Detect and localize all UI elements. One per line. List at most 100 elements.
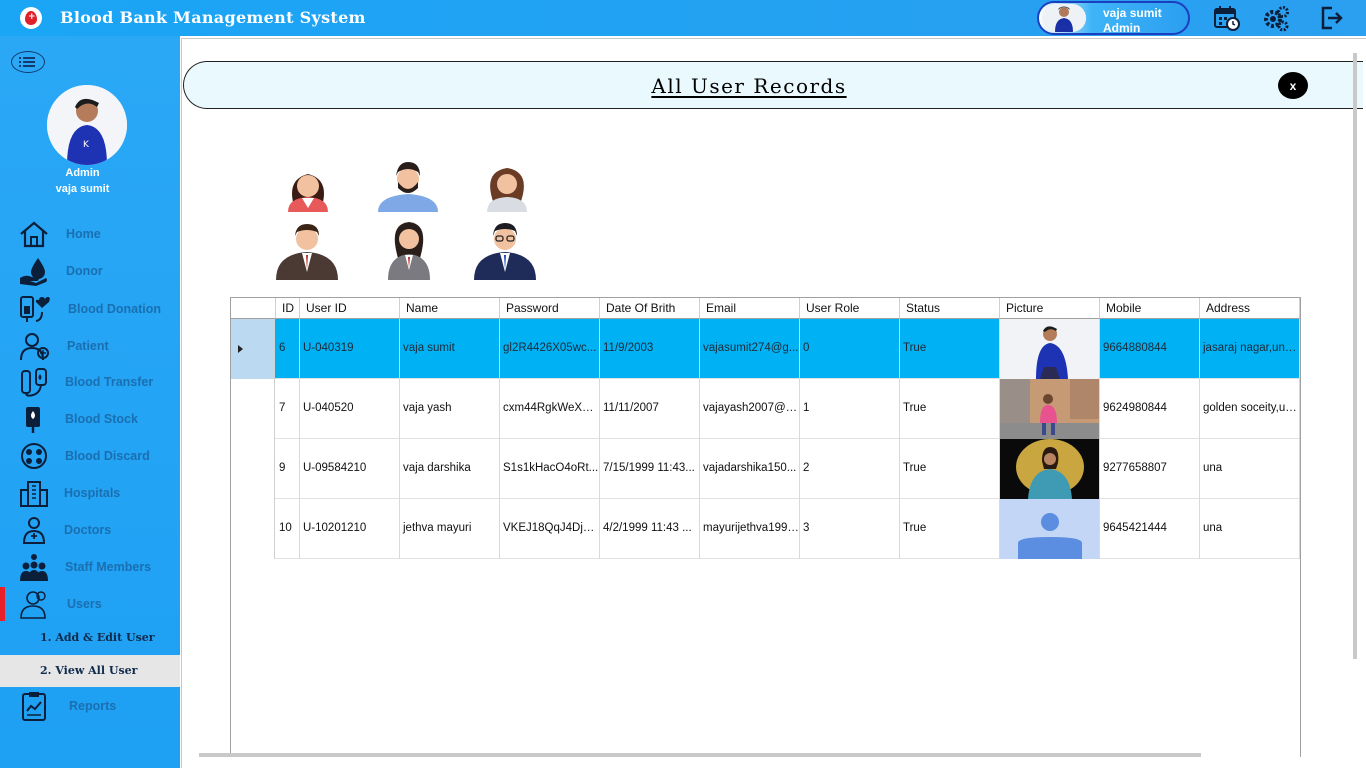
cell-role[interactable]: 3 bbox=[800, 499, 900, 559]
cell-mobile[interactable]: 9277658807 bbox=[1100, 439, 1200, 499]
cell-dob[interactable]: 7/15/1999 11:43... bbox=[600, 439, 700, 499]
cell-address[interactable]: golden soceity,un... bbox=[1200, 379, 1300, 439]
column-header-picture[interactable]: Picture bbox=[1000, 298, 1100, 319]
sidebar-subitem-view-all-user[interactable]: 2. View All User bbox=[0, 655, 180, 687]
cell-password[interactable]: cxm44RgkWeXB... bbox=[500, 379, 600, 439]
cell-user-id[interactable]: U-040319 bbox=[300, 319, 400, 379]
blood-drop-icon bbox=[20, 258, 47, 286]
cell-mobile[interactable]: 9624980844 bbox=[1100, 379, 1200, 439]
cell-dob[interactable]: 11/11/2007 bbox=[600, 379, 700, 439]
sidebar-subitem-add-edit-user[interactable]: 1. Add & Edit User bbox=[0, 622, 180, 654]
cell-email[interactable]: vajadarshika150... bbox=[700, 439, 800, 499]
user-avatar bbox=[1042, 4, 1086, 32]
cell-status[interactable]: True bbox=[900, 439, 1000, 499]
sidebar-item-blood-stock[interactable]: Blood Stock bbox=[0, 402, 180, 436]
cell-picture[interactable] bbox=[1000, 319, 1100, 379]
cell-password[interactable]: VKEJ18QqJ4DjR... bbox=[500, 499, 600, 559]
user-photo bbox=[1000, 319, 1099, 379]
cell-role[interactable]: 1 bbox=[800, 379, 900, 439]
cell-picture[interactable] bbox=[1000, 379, 1100, 439]
cell-name[interactable]: vaja sumit bbox=[400, 319, 500, 379]
row-header[interactable] bbox=[231, 499, 275, 559]
cell-password[interactable]: gl2R4426X05wc... bbox=[500, 319, 600, 379]
cell-status[interactable]: True bbox=[900, 379, 1000, 439]
column-header-email[interactable]: Email bbox=[700, 298, 800, 319]
blood-discard-icon bbox=[21, 443, 47, 469]
user-role: Admin bbox=[1103, 21, 1141, 35]
cell-role[interactable]: 2 bbox=[800, 439, 900, 499]
cell-id[interactable]: 6 bbox=[276, 319, 300, 379]
column-header-user-role[interactable]: User Role bbox=[800, 298, 900, 319]
calendar-clock-icon[interactable] bbox=[1213, 4, 1241, 32]
user-profile-chip[interactable]: vaja sumit Admin bbox=[1037, 1, 1190, 35]
hospital-icon bbox=[20, 481, 48, 507]
cell-role[interactable]: 0 bbox=[800, 319, 900, 379]
column-header-password[interactable]: Password bbox=[500, 298, 600, 319]
cell-user-id[interactable]: U-10201210 bbox=[300, 499, 400, 559]
sidebar-item-donor[interactable]: Donor bbox=[0, 254, 180, 288]
sidebar-item-patient[interactable]: Patient bbox=[0, 329, 180, 363]
cell-dob[interactable]: 4/2/1999 11:43 ... bbox=[600, 499, 700, 559]
users-data-grid[interactable]: ID User ID Name Password Date Of Brith E… bbox=[230, 297, 1301, 757]
sidebar-item-home[interactable]: Home bbox=[0, 217, 180, 251]
row-header[interactable] bbox=[231, 439, 275, 499]
vertical-scrollbar[interactable] bbox=[1353, 53, 1357, 659]
settings-gears-icon[interactable] bbox=[1262, 4, 1290, 32]
cell-email[interactable]: vajayash2007@g... bbox=[700, 379, 800, 439]
column-header-address[interactable]: Address bbox=[1200, 298, 1300, 319]
column-header-mobile[interactable]: Mobile bbox=[1100, 298, 1200, 319]
cell-email[interactable]: mayurijethva1999... bbox=[700, 499, 800, 559]
sidebar-item-label: Blood Transfer bbox=[65, 375, 154, 389]
cell-name[interactable]: vaja darshika bbox=[400, 439, 500, 499]
menu-toggle-button[interactable] bbox=[11, 51, 45, 73]
logout-icon[interactable] bbox=[1318, 4, 1346, 32]
active-indicator bbox=[0, 587, 5, 621]
close-button[interactable]: x bbox=[1278, 72, 1308, 99]
cell-picture[interactable] bbox=[1000, 499, 1100, 559]
cell-address[interactable]: una bbox=[1200, 499, 1300, 559]
cell-user-id[interactable]: U-09584210 bbox=[300, 439, 400, 499]
table-row[interactable]: 10 U-10201210 jethva mayuri VKEJ18QqJ4Dj… bbox=[231, 499, 1300, 559]
row-header-corner bbox=[231, 298, 276, 319]
cell-password[interactable]: S1s1kHacO4oRt... bbox=[500, 439, 600, 499]
sidebar-item-label: Doctors bbox=[64, 523, 112, 537]
sidebar-item-hospitals[interactable]: Hospitals bbox=[0, 476, 180, 510]
cell-status[interactable]: True bbox=[900, 499, 1000, 559]
horizontal-scrollbar[interactable] bbox=[199, 753, 1201, 757]
cell-mobile[interactable]: 9664880844 bbox=[1100, 319, 1200, 379]
default-user-photo-icon bbox=[1000, 499, 1099, 559]
column-header-id[interactable]: ID bbox=[276, 298, 300, 319]
cell-name[interactable]: vaja yash bbox=[400, 379, 500, 439]
cell-address[interactable]: jasaraj nagar,una... bbox=[1200, 319, 1300, 379]
cell-address[interactable]: una bbox=[1200, 439, 1300, 499]
cell-mobile[interactable]: 9645421444 bbox=[1100, 499, 1200, 559]
cell-id[interactable]: 10 bbox=[276, 499, 300, 559]
users-icon bbox=[20, 591, 46, 619]
row-header[interactable] bbox=[231, 319, 275, 379]
sidebar-item-blood-transfer[interactable]: Blood Transfer bbox=[0, 365, 180, 399]
cell-user-id[interactable]: U-040520 bbox=[300, 379, 400, 439]
sidebar-item-users[interactable]: Users bbox=[0, 587, 180, 621]
sidebar-item-staff-members[interactable]: Staff Members bbox=[0, 550, 180, 584]
cell-name[interactable]: jethva mayuri bbox=[400, 499, 500, 559]
table-row[interactable]: 9 U-09584210 vaja darshika S1s1kHacO4oRt… bbox=[231, 439, 1300, 499]
column-header-date-of-birth[interactable]: Date Of Brith bbox=[600, 298, 700, 319]
cell-id[interactable]: 7 bbox=[276, 379, 300, 439]
column-header-name[interactable]: Name bbox=[400, 298, 500, 319]
profile-avatar: K bbox=[47, 85, 127, 165]
sidebar-item-blood-donation[interactable]: Blood Donation bbox=[0, 292, 180, 326]
table-row[interactable]: 6 U-040319 vaja sumit gl2R4426X05wc... 1… bbox=[231, 319, 1300, 379]
table-row[interactable]: 7 U-040520 vaja yash cxm44RgkWeXB... 11/… bbox=[231, 379, 1300, 439]
cell-dob[interactable]: 11/9/2003 bbox=[600, 319, 700, 379]
row-header[interactable] bbox=[231, 379, 275, 439]
cell-email[interactable]: vajasumit274@g... bbox=[700, 319, 800, 379]
column-header-status[interactable]: Status bbox=[900, 298, 1000, 319]
sidebar-item-reports[interactable]: Reports bbox=[0, 689, 180, 723]
sidebar-item-label: Users bbox=[67, 597, 102, 611]
cell-picture[interactable] bbox=[1000, 439, 1100, 499]
column-header-user-id[interactable]: User ID bbox=[300, 298, 400, 319]
sidebar-item-doctors[interactable]: Doctors bbox=[0, 513, 180, 547]
cell-status[interactable]: True bbox=[900, 319, 1000, 379]
sidebar-item-blood-discard[interactable]: Blood Discard bbox=[0, 439, 180, 473]
cell-id[interactable]: 9 bbox=[276, 439, 300, 499]
